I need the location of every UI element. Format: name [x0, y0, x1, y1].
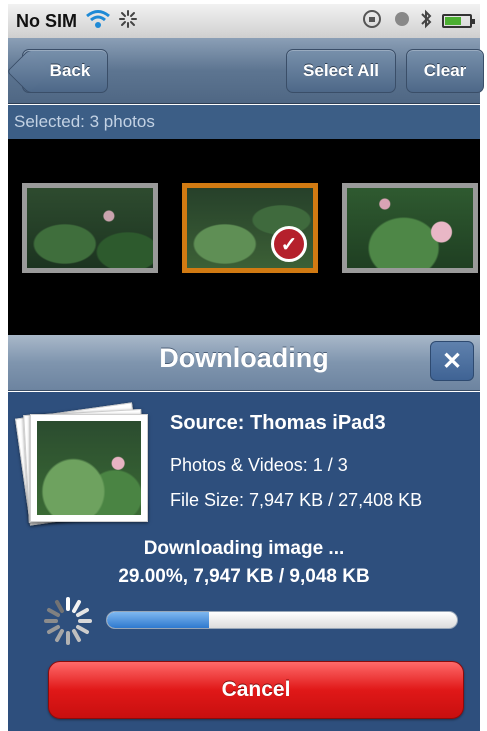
- navigation-bar: Back Select All Clear: [8, 38, 484, 104]
- photo-strip: ✓: [8, 139, 480, 335]
- loading-spinner-icon: [42, 595, 94, 647]
- dialog-title: Downloading: [159, 343, 329, 373]
- source-label: Source: Thomas iPad3: [170, 412, 386, 434]
- back-button[interactable]: Back: [22, 49, 108, 93]
- checkmark-icon: ✓: [271, 226, 307, 262]
- progress-fill: [107, 612, 209, 628]
- bluetooth-icon: [420, 9, 432, 34]
- cancel-button[interactable]: Cancel: [48, 661, 464, 719]
- status-icons: [362, 9, 475, 34]
- close-icon: ✕: [441, 347, 463, 375]
- carrier-label: No SIM: [16, 10, 77, 31]
- photo-stack-icon: [15, 402, 152, 526]
- close-button[interactable]: ✕: [430, 341, 474, 381]
- selection-count-label: Selected: 3 photos: [14, 112, 155, 131]
- lotus-photo-image: [347, 188, 473, 268]
- location-icon: [394, 11, 410, 32]
- rotation-lock-icon: [362, 9, 384, 34]
- photo-thumbnail[interactable]: [342, 183, 478, 273]
- photo-thumbnail[interactable]: [22, 183, 158, 273]
- dialog-header: Downloading ✕: [8, 335, 480, 391]
- app-screen: No SIM Back Select All Clear Selected: 3…: [0, 0, 487, 731]
- selection-count-bar: Selected: 3 photos: [8, 105, 480, 139]
- file-size-label: File Size: 7,947 KB / 27,408 KB: [170, 490, 423, 510]
- photo-thumbnail-selected[interactable]: ✓: [182, 183, 318, 273]
- activity-icon: [119, 9, 137, 33]
- select-all-button[interactable]: Select All: [286, 49, 396, 93]
- clear-button[interactable]: Clear: [406, 49, 484, 93]
- download-dialog: Downloading ✕ Source: Thomas iPad3 Photo…: [8, 335, 480, 731]
- wifi-icon: [85, 9, 111, 34]
- download-status-text: Downloading image ...: [143, 538, 345, 559]
- lotus-photo-image: [27, 188, 153, 268]
- download-progress-bar: [106, 611, 458, 629]
- dialog-body: Source: Thomas iPad3 Photos & Videos: 1 …: [8, 392, 480, 731]
- status-bar: No SIM: [8, 4, 480, 38]
- current-photo-preview: [37, 421, 141, 515]
- photos-videos-count: Photos & Videos: 1 / 3: [170, 455, 348, 475]
- download-progress-text: 29.00%, 7,947 KB / 9,048 KB: [118, 566, 370, 587]
- battery-icon: [442, 14, 475, 28]
